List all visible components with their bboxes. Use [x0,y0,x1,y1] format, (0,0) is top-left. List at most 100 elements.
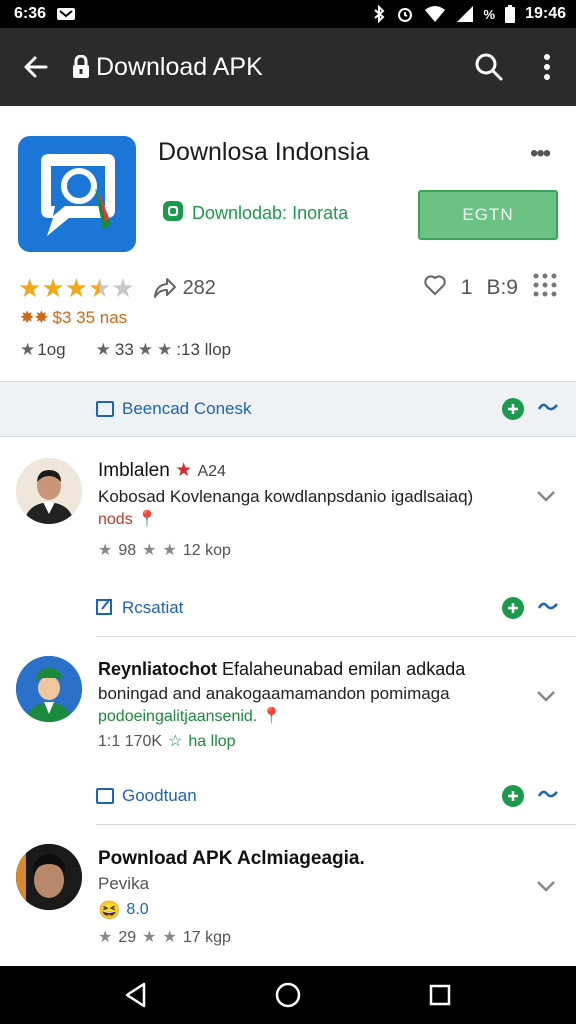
star-half-icon: ★ [87,272,112,303]
developer-name: Downlodab: Inorata [192,203,349,223]
alarm-icon [396,5,414,23]
verified-badge-icon [162,200,184,227]
section-bar[interactable]: Beencad Conesk [0,381,576,437]
share-count: 282 [182,276,216,299]
stat-a: 1og [37,340,66,359]
star-icon: ★ [41,272,65,303]
add-circle-icon[interactable] [502,785,524,807]
share-button[interactable]: 282 [153,277,216,300]
stat-c: :13 llop [176,340,232,359]
review-item: Reynliatochot Efalaheunabad emilan adkad… [0,640,576,770]
status-time-right: 19:46 [525,5,566,22]
arrow-back-icon [24,56,48,78]
avatar[interactable] [16,844,82,910]
stat-row: ★ 1og ★ 33 ★ ★ :13 llop [20,340,231,360]
battery-percent-label: % [483,6,496,22]
grid-icon[interactable] [532,272,558,304]
review-stat-b: 12 kop [182,542,231,559]
star-icon: ★ [95,340,111,359]
page-title: Download APK [96,52,263,81]
search-button[interactable] [460,28,518,106]
app-toolbar: Download APK [0,28,576,106]
avatar[interactable] [16,656,82,722]
star-icon: ★ [162,542,177,559]
wave-icon[interactable] [537,400,558,418]
star-icon: ★ [20,340,36,359]
pin-icon: 📍 [137,511,158,528]
toolbar-title: Download APK [72,53,460,82]
more-vert-icon [544,54,550,80]
star-icon: ★ [142,929,157,946]
review-stat-a: 29 [118,929,137,946]
star-icon: ★ [157,340,173,359]
chevron-down-icon [537,491,555,502]
review-tag: nods [98,511,133,528]
divider [96,824,576,825]
review-tag: podoeingalitjaansenid. [98,708,258,725]
overflow-menu-button[interactable] [518,28,576,106]
review-stat-a: 98 [118,542,137,559]
add-circle-icon[interactable] [502,398,524,420]
review-text: Kobosad Kovlenanga kowdlanpsdanio igadls… [98,487,474,506]
expand-button[interactable] [536,876,556,897]
app-icon[interactable] [18,136,136,252]
back-button[interactable] [0,28,72,106]
section-bar[interactable]: Goodtuan [0,768,576,824]
search-icon [475,53,503,81]
star-empty-icon: ★ [111,272,135,303]
battery-icon [505,5,516,23]
document-icon [96,401,114,417]
star-icon: ★ [142,542,157,559]
section-label: Goodtuan [122,786,197,805]
triangle-back-icon [125,982,146,1008]
pin-icon: 📍 [261,708,282,725]
nav-home-button[interactable] [258,966,318,1024]
more-horiz-icon[interactable]: ••• [530,140,551,168]
wave-icon[interactable] [537,787,558,805]
stat-b: 33 [114,340,134,359]
star-badge-icon: ★ [175,460,193,481]
rating-stars: ★ ★ ★ ★ ★ [18,273,135,304]
share-icon [153,278,176,298]
document-icon [96,788,114,804]
emoji-laugh-icon: 😆 [98,900,121,920]
divider [96,636,576,637]
sub-rating-text: $3 35 nas [52,308,128,327]
nav-back-button[interactable] [106,966,166,1024]
review-text-line1: Efalaheunabad emilan adkada [222,659,466,679]
likes-count: 1 [460,276,473,299]
expand-button[interactable] [536,486,556,507]
install-button[interactable]: EGTN [418,190,558,240]
reviewer-name: Reynliatochot [98,659,218,679]
nav-recents-button[interactable] [410,966,470,1024]
star-icon: ★ [64,272,88,303]
heart-icon[interactable] [423,273,447,303]
review-stat-a: 1:1 170K [98,733,163,750]
wifi-icon [424,5,446,23]
avatar[interactable] [16,458,82,524]
review-item: Pownload APK Aclmiageagia. Pevika 😆 8.0 … [0,828,576,963]
developer-row[interactable]: Downlodab: Inorata [162,200,348,227]
expand-button[interactable] [536,686,556,707]
reviewer-name: Imblalen [98,460,170,481]
add-circle-icon[interactable] [502,597,524,619]
review-emoji-value: 8.0 [126,901,149,918]
review-stat-b: ha llop [188,733,236,750]
lock-icon [73,55,89,78]
likes-extra: B:9 [486,276,518,299]
review-stat-b: 17 kgp [182,929,231,946]
wave-icon[interactable] [537,599,558,617]
rating-row: ★ ★ ★ ★ ★ 282 1 B:9 [18,272,558,304]
bluetooth-icon [372,5,386,23]
star-outline-icon: ☆ [168,733,183,750]
section-label: Beencad Conesk [122,399,252,418]
message-icon [56,6,76,22]
section-bar[interactable]: Rcsatiat [0,580,576,636]
section-label: Rcsatiat [122,598,184,617]
reviewer-name: Pownload APK Aclmiageagia. [98,848,365,869]
sub-rating: ✸✸ $3 35 nas [20,308,127,328]
chevron-down-icon [537,691,555,702]
chevron-down-icon [537,881,555,892]
status-time-left: 6:36 [14,5,47,22]
star-icon: ★ [18,272,42,303]
